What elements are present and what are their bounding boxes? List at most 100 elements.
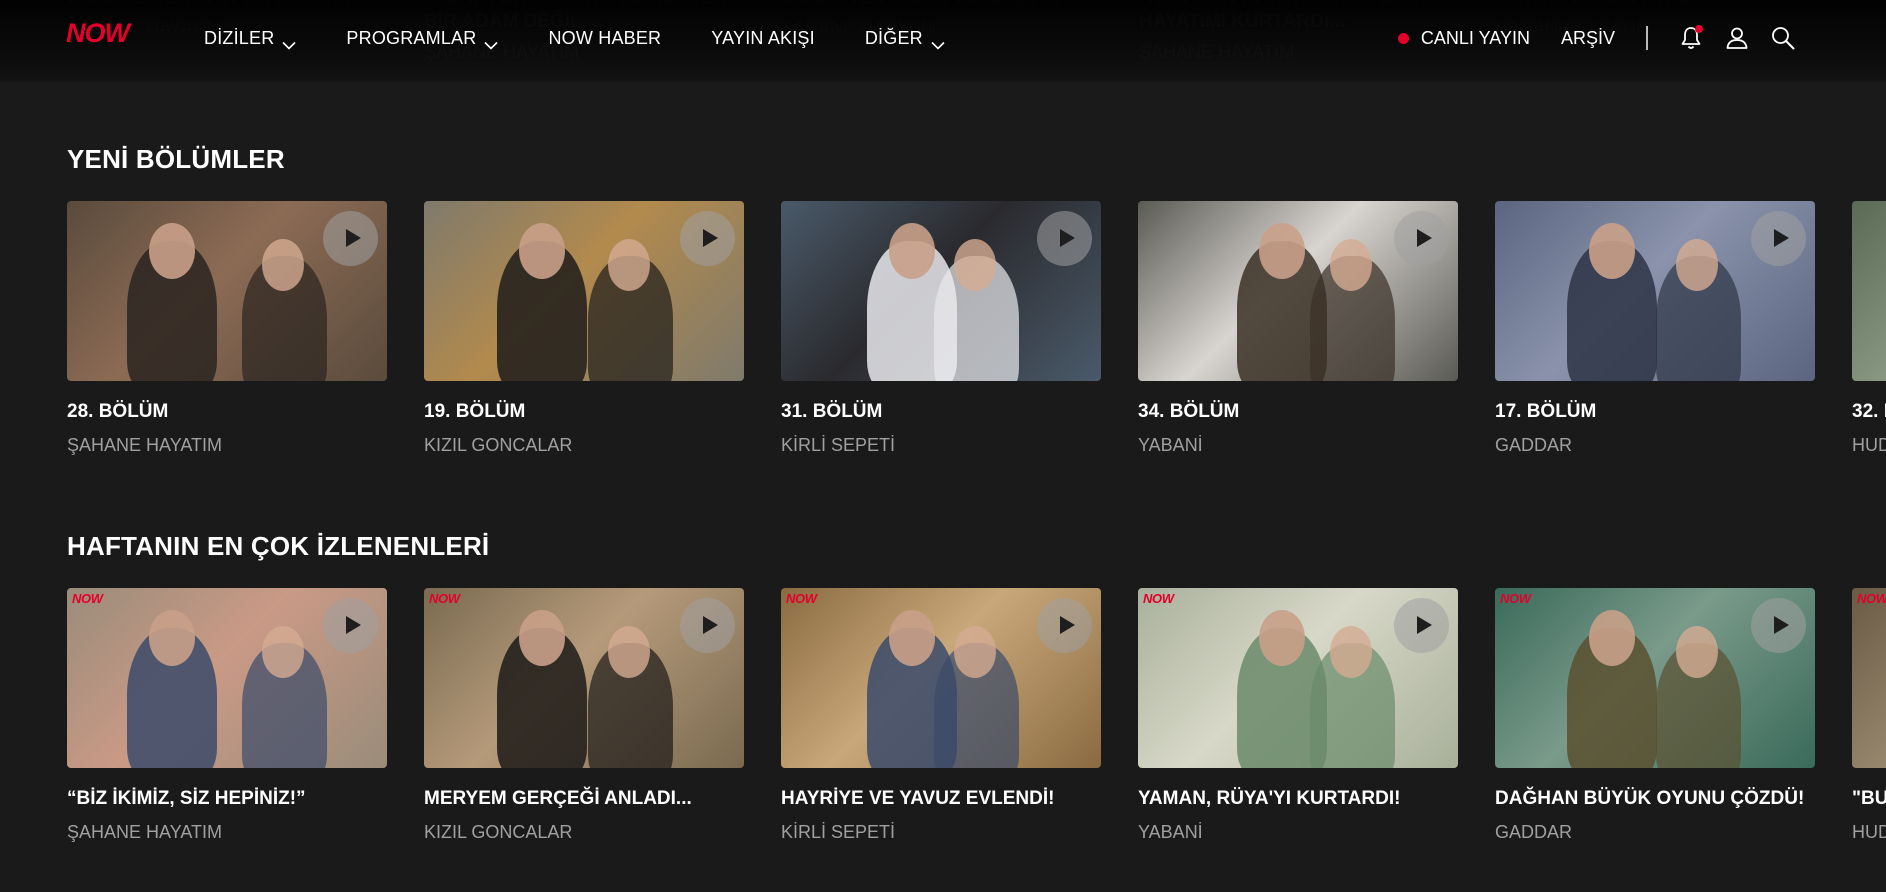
notification-bell-icon[interactable] <box>1678 25 1704 51</box>
scene-head <box>262 626 304 678</box>
section-title: YENİ BÖLÜMLER <box>67 144 285 174</box>
new-episodes-section: YENİ BÖLÜMLER 28. BÖLÜM ŞAHANE HAYATIM 19.… <box>67 144 1886 455</box>
scene-head <box>1589 223 1635 279</box>
video-thumbnail[interactable]: NOW <box>1495 588 1815 768</box>
header-right-actions: CANLI YAYIN ARŞİV <box>1397 24 1796 52</box>
play-icon[interactable] <box>1037 598 1092 653</box>
video-thumbnail[interactable]: NOW <box>1138 588 1458 768</box>
scene-head <box>954 626 996 678</box>
card-title: YAMAN, RÜYA'YI KURTARDI! <box>1138 788 1401 809</box>
header-divider <box>1646 26 1648 50</box>
video-card[interactable]: NOW DAĞHAN BÜYÜK OYUNU ÇÖZDÜ! GADDAR <box>1495 588 1815 843</box>
scene-head <box>519 223 565 279</box>
now-watermark-logo: NOW <box>429 591 460 606</box>
most-watched-section: HAFTANIN EN ÇOK İZLENENLERİ NOW “BİZ İKİM… <box>67 531 1886 842</box>
nav-item-now-haber[interactable]: NOW HABER <box>548 28 661 49</box>
nav-item-label: DİZİLER <box>204 27 275 48</box>
main-nav: DİZİLER PROGRAMLAR NOW HABER YAYIN AKIŞI DİĞ… <box>204 24 995 52</box>
nav-item-di̇ğer[interactable]: DİĞER <box>864 27 945 50</box>
now-watermark-logo: NOW <box>1143 591 1174 606</box>
nav-item-label: PROGRAMLAR <box>346 27 477 48</box>
video-thumbnail[interactable] <box>1495 201 1815 381</box>
most-watched-carousel[interactable]: NOW “BİZ İKİMİZ, SİZ HEPİNİZ!” ŞAHANE HAYA… <box>67 588 1886 858</box>
card-show-name: YABANİ <box>1138 435 1203 455</box>
scene-head <box>1259 610 1305 666</box>
card-title: 32. BÖLÜM <box>1852 401 1886 422</box>
play-icon[interactable] <box>323 598 378 653</box>
card-show-name: ŞAHANE HAYATIM <box>67 435 223 455</box>
nav-item-yayin-akişi[interactable]: YAYIN AKIŞI <box>711 28 815 49</box>
nav-item-label: DİĞER <box>864 27 923 48</box>
scene-head <box>1330 239 1372 291</box>
play-icon[interactable] <box>680 211 735 266</box>
card-show-name: KİRLİ SEPETİ <box>781 822 896 842</box>
play-icon[interactable] <box>323 211 378 266</box>
video-card[interactable]: 28. BÖLÜM ŞAHANE HAYATIM <box>67 201 387 456</box>
live-broadcast-link[interactable]: CANLI YAYIN <box>1397 28 1530 49</box>
video-card[interactable]: 32. BÖLÜM HUDUTSUZ SEVDA <box>1852 201 1886 456</box>
scene-head <box>1676 626 1718 678</box>
video-thumbnail[interactable] <box>424 201 744 381</box>
video-thumbnail[interactable]: NOW <box>67 588 387 768</box>
video-thumbnail[interactable]: NOW <box>424 588 744 768</box>
live-dot-icon <box>1397 32 1409 44</box>
card-title: "BU ... <box>1852 788 1886 809</box>
video-card[interactable]: NOW "BU ... HUDUTSUZ SEVDA <box>1852 588 1886 843</box>
card-title: MERYEM GERÇEĞİ ANLADI... <box>424 788 692 809</box>
play-icon[interactable] <box>680 598 735 653</box>
now-logo[interactable]: NOW <box>66 18 130 49</box>
card-title: 28. BÖLÜM <box>67 401 169 422</box>
nav-item-programlar[interactable]: PROGRAMLAR <box>346 27 499 50</box>
play-icon[interactable] <box>1751 598 1806 653</box>
card-show-name: HUDUTSUZ SEVDA <box>1852 435 1886 455</box>
now-watermark-logo: NOW <box>1857 591 1886 606</box>
video-card[interactable]: 19. BÖLÜM KIZIL GONCALAR <box>424 201 744 456</box>
new-episodes-carousel[interactable]: 28. BÖLÜM ŞAHANE HAYATIM 19. BÖLÜM KIZIL GO… <box>67 201 1886 471</box>
scene-head <box>1676 239 1718 291</box>
video-card[interactable]: 17. BÖLÜM GADDAR <box>1495 201 1815 456</box>
user-icon[interactable] <box>1724 25 1750 51</box>
video-card[interactable]: 34. BÖLÜM YABANİ <box>1138 201 1458 456</box>
card-title: 19. BÖLÜM <box>424 401 526 422</box>
play-icon[interactable] <box>1751 211 1806 266</box>
card-title: DAĞHAN BÜYÜK OYUNU ÇÖZDÜ! <box>1495 788 1805 809</box>
card-show-name: YABANİ <box>1138 822 1203 842</box>
video-thumbnail[interactable]: NOW <box>1852 588 1886 768</box>
video-card[interactable]: NOW MERYEM GERÇEĞİ ANLADI... KIZIL GONCALA… <box>424 588 744 843</box>
video-thumbnail[interactable]: NOW <box>781 588 1101 768</box>
card-show-name: KIZIL GONCALAR <box>424 822 573 842</box>
card-title: “BİZ İKİMİZ, SİZ HEPİNİZ!” <box>67 788 306 809</box>
nav-item-di̇zi̇ler[interactable]: DİZİLER <box>204 27 296 50</box>
scene-head <box>608 239 650 291</box>
chevron-down-icon <box>931 34 945 50</box>
video-card[interactable]: NOW YAMAN, RÜYA'YI KURTARDI! YABANİ <box>1138 588 1458 843</box>
scene-head <box>954 239 996 291</box>
play-icon[interactable] <box>1037 211 1092 266</box>
video-card[interactable]: 31. BÖLÜM KİRLİ SEPETİ <box>781 201 1101 456</box>
nav-item-label: NOW HABER <box>548 27 662 48</box>
video-thumbnail[interactable] <box>781 201 1101 381</box>
play-icon[interactable] <box>1394 211 1449 266</box>
scene-head <box>608 626 650 678</box>
video-thumbnail[interactable] <box>1138 201 1458 381</box>
scene-head <box>519 610 565 666</box>
video-thumbnail[interactable] <box>67 201 387 381</box>
card-show-name: KIZIL GONCALAR <box>424 435 573 455</box>
chevron-down-icon <box>484 34 499 50</box>
play-icon[interactable] <box>1394 598 1449 653</box>
video-card[interactable]: NOW HAYRİYE VE YAVUZ EVLENDİ! KİRLİ SEPETİ <box>781 588 1101 843</box>
search-icon[interactable] <box>1770 25 1796 51</box>
scene-head <box>1330 626 1372 678</box>
scene-head <box>1259 223 1305 279</box>
video-thumbnail[interactable] <box>1852 201 1886 381</box>
card-title: 34. BÖLÜM <box>1138 401 1240 422</box>
scene-head <box>889 610 935 666</box>
card-show-name: ŞAHANE HAYATIM <box>67 822 223 842</box>
scene-head <box>149 610 195 666</box>
now-watermark-logo: NOW <box>1500 591 1531 606</box>
card-show-name: GADDAR <box>1495 822 1573 842</box>
video-card[interactable]: NOW “BİZ İKİMİZ, SİZ HEPİNİZ!” ŞAHANE HAYA… <box>67 588 387 843</box>
notification-badge <box>1695 25 1703 33</box>
archive-link[interactable]: ARŞİV <box>1561 28 1615 49</box>
chevron-down-icon <box>282 34 296 50</box>
